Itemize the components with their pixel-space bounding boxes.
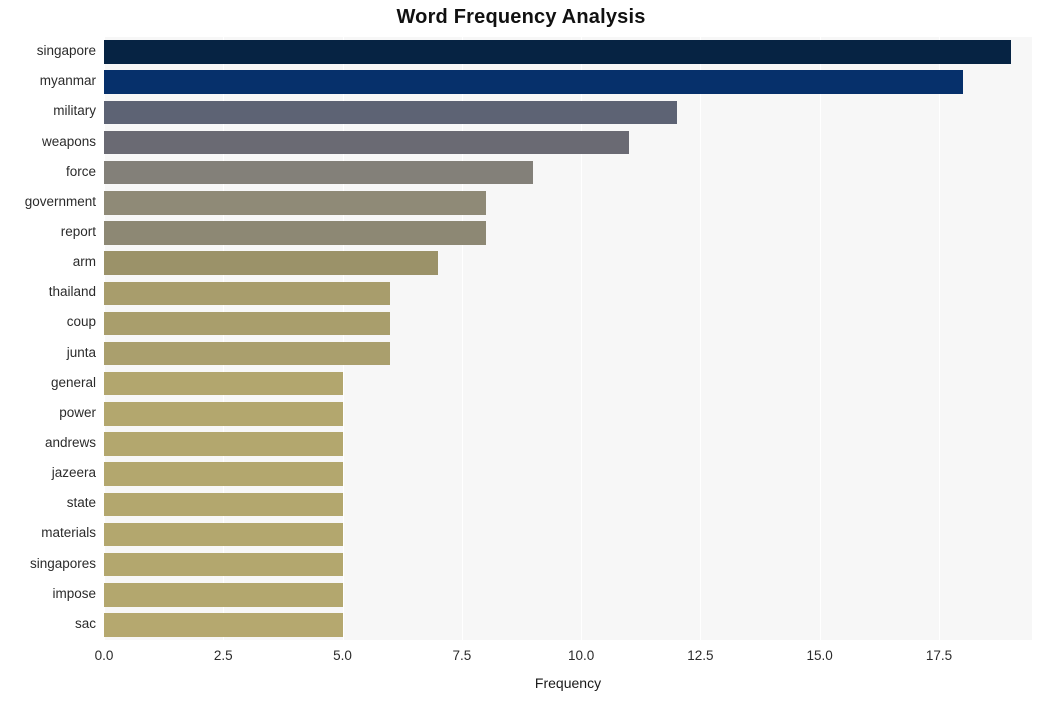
bar-general[interactable] — [104, 371, 343, 396]
bar-row[interactable] — [104, 160, 1032, 185]
bar-row[interactable] — [104, 130, 1032, 155]
y-tick-label-arm: arm — [72, 254, 96, 270]
bar-row[interactable] — [104, 221, 1032, 245]
x-tick-label-2.5: 2.5 — [213, 648, 233, 663]
bar-junta[interactable] — [104, 341, 391, 366]
bar-force[interactable] — [104, 160, 534, 185]
y-tick-label-general: general — [50, 374, 96, 390]
chart-title: Word Frequency Analysis — [396, 6, 646, 28]
bar-row[interactable] — [104, 251, 1032, 275]
bar-singapores[interactable] — [104, 552, 343, 577]
bar-row[interactable] — [104, 432, 1032, 456]
y-tick-label-myanmar: myanmar — [39, 73, 96, 89]
x-tick-label-7.5: 7.5 — [452, 648, 472, 663]
bar-row[interactable] — [104, 70, 1032, 94]
bar-coup[interactable] — [104, 311, 391, 336]
y-tick-label-state: state — [66, 495, 96, 511]
bar-thailand[interactable] — [104, 281, 391, 306]
bar-row[interactable] — [104, 492, 1032, 517]
y-tick-label-singapores: singapores — [29, 555, 96, 571]
y-tick-label-government: government — [24, 193, 96, 209]
y-tick-label-report: report — [60, 223, 96, 239]
bar-jazeera[interactable] — [104, 462, 343, 486]
bar-row[interactable] — [104, 281, 1032, 306]
y-tick-label-force: force — [65, 163, 96, 179]
x-axis-tick-labels: 0.0 2.5 5.0 7.5 10.0 12.5 15.0 17.5 — [95, 648, 1032, 668]
y-tick-label-jazeera: jazeera — [51, 465, 96, 481]
y-tick-label-materials: materials — [41, 525, 96, 541]
y-tick-label-thailand: thailand — [48, 284, 96, 300]
bar-government[interactable] — [104, 191, 486, 215]
y-tick-label-power: power — [59, 404, 96, 420]
bar-row[interactable] — [104, 371, 1032, 396]
bar-row[interactable] — [104, 341, 1032, 366]
bar-row[interactable] — [104, 552, 1032, 577]
bar-row[interactable] — [104, 522, 1032, 547]
x-tick-label-12.5: 12.5 — [687, 648, 714, 663]
y-tick-label-sac: sac — [74, 615, 96, 631]
word-frequency-bar-chart: Word Frequency Analysis singapore myanmar… — [0, 0, 1042, 701]
bar-materials[interactable] — [104, 522, 343, 547]
y-tick-label-military: military — [53, 103, 96, 119]
y-axis-tick-labels: singapore myanmar military weapons force gove… — [0, 37, 96, 640]
x-tick-label-10.0: 10.0 — [567, 648, 595, 663]
bar-row[interactable] — [104, 402, 1032, 426]
bar-state[interactable] — [104, 492, 343, 517]
bar-myanmar[interactable] — [104, 70, 963, 94]
bars-container — [104, 37, 1032, 640]
bar-impose[interactable] — [104, 583, 343, 607]
bar-sac[interactable] — [104, 613, 343, 637]
bar-row[interactable] — [104, 583, 1032, 607]
bar-power[interactable] — [104, 402, 343, 426]
y-tick-label-impose: impose — [52, 585, 96, 601]
x-tick-label-17.5: 17.5 — [925, 648, 953, 663]
x-axis-title: Frequency — [534, 675, 602, 691]
bar-weapons[interactable] — [104, 130, 629, 155]
bar-row[interactable] — [104, 613, 1032, 637]
bar-andrews[interactable] — [104, 432, 343, 456]
bar-report[interactable] — [104, 221, 486, 245]
bar-row[interactable] — [104, 100, 1032, 125]
bar-military[interactable] — [104, 100, 677, 125]
y-tick-label-singapore: singapore — [36, 43, 96, 59]
plot-area — [104, 37, 1032, 640]
y-tick-label-coup: coup — [66, 314, 96, 330]
bar-row[interactable] — [104, 311, 1032, 336]
bar-row[interactable] — [104, 40, 1032, 64]
y-tick-label-weapons: weapons — [41, 133, 96, 149]
y-tick-label-andrews: andrews — [44, 435, 96, 451]
bar-row[interactable] — [104, 191, 1032, 215]
bar-arm[interactable] — [104, 251, 438, 275]
bar-row[interactable] — [104, 462, 1032, 486]
x-tick-label-15.0: 15.0 — [806, 648, 833, 663]
x-tick-label-5.0: 5.0 — [333, 648, 352, 663]
x-tick-label-0.0: 0.0 — [94, 648, 114, 663]
bar-singapore[interactable] — [104, 40, 1011, 64]
y-tick-label-junta: junta — [66, 344, 96, 360]
